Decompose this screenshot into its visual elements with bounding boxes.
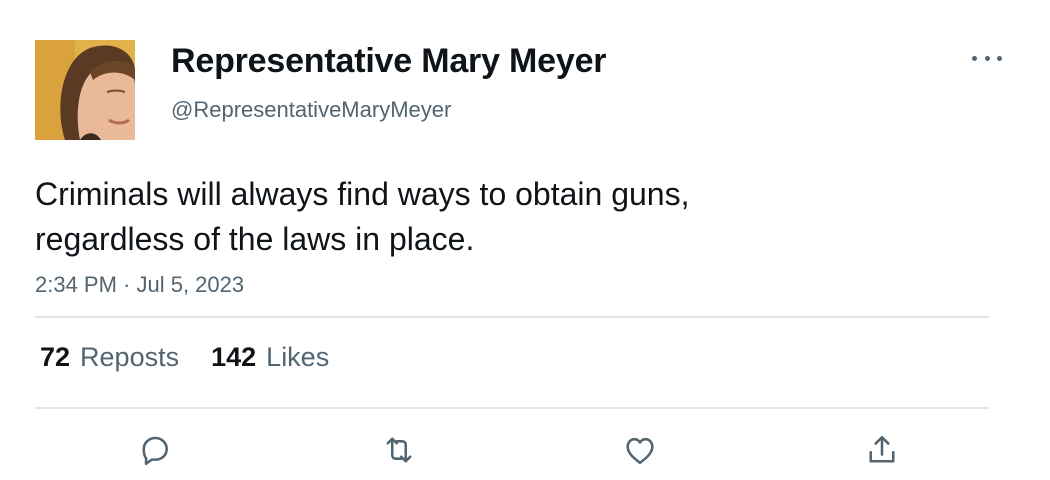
more-dot — [984, 55, 990, 61]
tweet-text-line: Criminals will always find ways to obtai… — [35, 176, 690, 212]
reposts-stat[interactable]: 72 Reposts — [40, 342, 179, 373]
divider — [35, 407, 989, 409]
more-dot — [972, 55, 977, 61]
likes-label: Likes — [266, 342, 330, 372]
share-icon — [869, 435, 895, 463]
reposts-count: 72 — [40, 342, 71, 372]
display-name[interactable]: Representative Mary Meyer — [171, 42, 607, 81]
tweet-text-line: regardless of the laws in place. — [35, 221, 475, 257]
like-icon — [626, 437, 654, 465]
profile-photo-image — [35, 40, 135, 140]
more-dot — [997, 55, 1002, 61]
likes-stat[interactable]: 142 Likes — [211, 342, 329, 373]
reply-icon — [142, 436, 168, 466]
repost-icon — [386, 437, 412, 463]
tweet-text: Criminals will always find ways to obtai… — [35, 172, 935, 262]
like-button[interactable] — [620, 430, 660, 470]
more-icon[interactable] — [972, 48, 1002, 68]
likes-count: 142 — [211, 342, 257, 372]
avatar[interactable] — [35, 40, 135, 140]
user-handle[interactable]: @RepresentativeMaryMeyer — [171, 97, 451, 123]
engagement-stats: 72 Reposts 142 Likes — [40, 342, 329, 373]
repost-button[interactable] — [379, 430, 419, 470]
divider — [35, 316, 989, 318]
share-button[interactable] — [862, 430, 902, 470]
reposts-label: Reposts — [80, 342, 180, 372]
tweet-timestamp[interactable]: 2:34 PM · Jul 5, 2023 — [35, 272, 244, 298]
reply-button[interactable] — [135, 430, 175, 470]
